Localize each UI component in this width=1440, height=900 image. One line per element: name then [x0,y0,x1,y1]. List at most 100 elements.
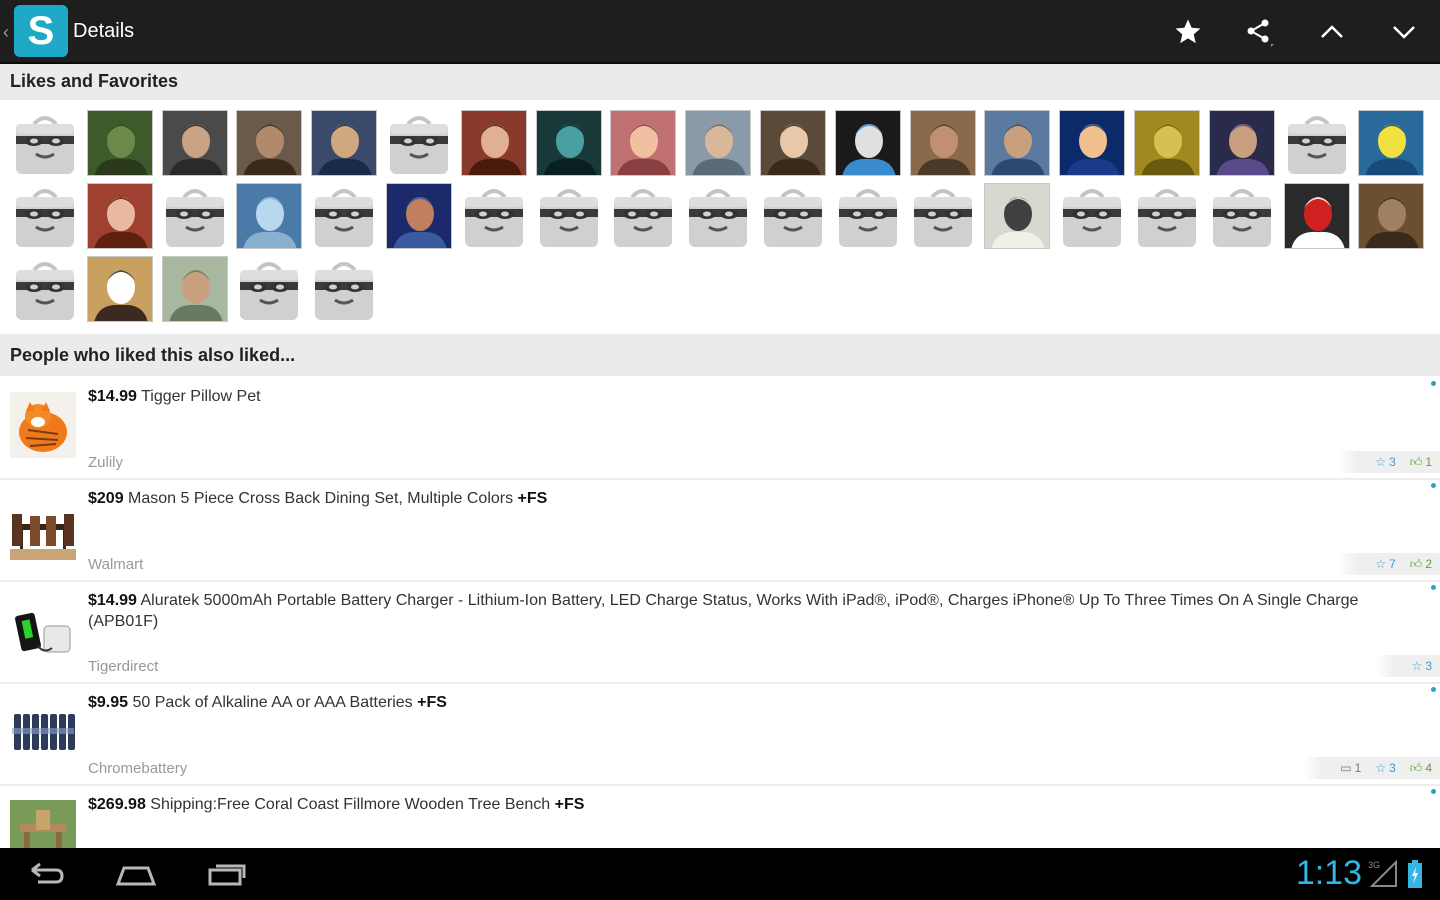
default-avatar-icon[interactable] [162,183,228,249]
user-avatar[interactable] [236,110,303,176]
default-avatar-icon[interactable] [461,183,527,249]
unread-dot [1431,381,1436,386]
home-button[interactable] [106,858,166,890]
comments-count: ▭ 1 [1340,761,1362,775]
default-avatar-icon[interactable] [1134,183,1200,249]
user-avatar[interactable] [311,110,378,176]
item-title: $14.99 Tigger Pillow Pet [88,386,1408,407]
default-avatar-icon[interactable] [311,256,377,322]
item-title: $9.95 50 Pack of Alkaline AA or AAA Batt… [88,692,1408,713]
item-stats: ▭ 1 ☆ 3 👍︎ 4 [1304,757,1440,779]
next-button[interactable] [1386,14,1422,50]
star-outline-icon: ☆ [1411,659,1423,673]
default-avatar-icon[interactable] [1059,183,1125,249]
item-stats: ☆ 7 👍︎ 2 [1339,553,1440,575]
user-avatar[interactable] [86,256,153,322]
list-item[interactable]: $209 Mason 5 Piece Cross Back Dining Set… [0,480,1440,582]
page-title[interactable]: Details [73,20,134,43]
likes-section-header: Likes and Favorites [0,64,1440,100]
default-avatar-icon[interactable] [685,183,751,249]
recent-apps-button[interactable] [196,858,256,890]
item-title: $269.98 Shipping:Free Coral Coast Fillmo… [88,794,1408,815]
product-thumbnail [10,392,76,458]
signal-icon: 3G [1368,859,1397,887]
user-avatar[interactable] [760,110,826,176]
up-caret-icon[interactable]: ‹ [3,22,9,43]
user-avatar[interactable] [1059,110,1126,176]
user-avatar[interactable] [386,183,452,249]
unread-dot [1431,789,1436,794]
star-icon [1175,19,1201,44]
list-item[interactable]: $9.95 50 Pack of Alkaline AA or AAA Batt… [0,684,1440,786]
product-thumbnail [10,596,76,662]
item-price: $9.95 [88,694,129,711]
default-avatar-icon[interactable] [1284,110,1350,176]
item-name: Mason 5 Piece Cross Back Dining Set, Mul… [128,490,514,507]
chevron-down-icon [1393,26,1415,39]
default-avatar-icon[interactable] [610,183,676,249]
user-avatar[interactable] [1134,110,1200,176]
user-avatar[interactable] [1208,110,1275,176]
default-avatar-icon[interactable] [311,183,377,249]
thumbs-up-icon: 👍︎ [1409,760,1423,775]
item-name: Tigger Pillow Pet [141,388,261,405]
item-title: $209 Mason 5 Piece Cross Back Dining Set… [88,488,1408,509]
user-avatar[interactable] [610,110,677,176]
item-store: Chromebattery [88,760,188,777]
default-avatar-icon[interactable] [12,183,78,249]
default-avatar-icon[interactable] [12,256,78,322]
home-icon [115,866,157,886]
user-avatar[interactable] [161,256,228,322]
user-avatar[interactable] [1358,183,1425,249]
back-button[interactable] [16,858,76,890]
free-shipping-label: +FS [554,796,585,813]
user-avatar[interactable] [984,183,1051,249]
list-item[interactable]: $14.99 Aluratek 5000mAh Portable Battery… [0,582,1440,684]
user-avatar[interactable] [86,110,153,176]
default-avatar-icon[interactable] [760,183,826,249]
item-name: 50 Pack of Alkaline AA or AAA Batteries [132,694,413,711]
user-avatar[interactable] [685,110,752,176]
favorite-button[interactable] [1170,14,1206,50]
default-avatar-icon[interactable] [835,183,901,249]
user-avatar[interactable] [1358,110,1425,176]
share-button[interactable] [1241,14,1277,50]
product-thumbnail [10,494,76,560]
thumbs-up-icon: 👍︎ [1409,556,1423,571]
list-item[interactable]: $14.99 Tigger Pillow Pet Zulily ☆ 3 👍︎ 1 [0,378,1440,480]
default-avatar-icon[interactable] [1209,183,1275,249]
system-nav-bar: 1:13 3G [0,848,1440,900]
user-avatar[interactable] [535,110,602,176]
default-avatar-icon[interactable] [910,183,976,249]
unread-dot [1431,585,1436,590]
user-avatar[interactable] [834,110,901,176]
user-avatar[interactable] [1283,183,1350,249]
user-avatar[interactable] [236,183,303,249]
app-logo[interactable]: S [14,5,68,57]
default-avatar-icon[interactable] [236,256,302,322]
item-price: $14.99 [88,388,137,405]
likes-count: 👍︎ 4 [1409,760,1432,776]
status-clock[interactable]: 1:13 [1296,854,1362,893]
unread-dot [1431,687,1436,692]
user-avatar[interactable] [161,110,228,176]
svg-text:3G: 3G [1368,860,1380,870]
user-avatar[interactable] [909,110,976,176]
item-price: $209 [88,490,124,507]
user-avatar[interactable] [460,110,527,176]
item-price: $14.99 [88,592,137,609]
favorites-count: ☆ 7 [1375,557,1396,571]
previous-button[interactable] [1314,14,1350,50]
list-item[interactable]: $269.98 Shipping:Free Coral Coast Fillmo… [0,786,1440,848]
user-avatar[interactable] [86,183,153,249]
comment-icon: ▭ [1340,761,1352,775]
default-avatar-icon[interactable] [12,110,78,176]
default-avatar-icon[interactable] [536,183,602,249]
star-outline-icon: ☆ [1375,557,1387,571]
user-avatar[interactable] [984,110,1051,176]
favorites-count: ☆ 3 [1375,761,1396,775]
star-outline-icon: ☆ [1375,455,1387,469]
default-avatar-icon[interactable] [386,110,452,176]
recent-apps-icon [208,864,246,886]
item-store: Zulily [88,454,124,471]
